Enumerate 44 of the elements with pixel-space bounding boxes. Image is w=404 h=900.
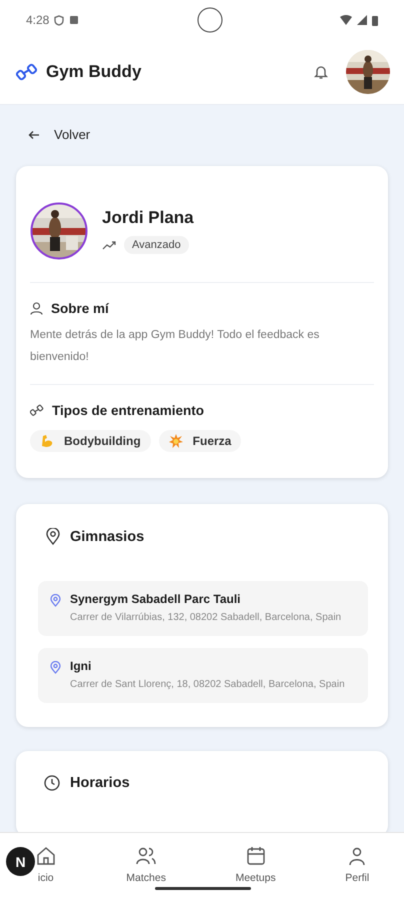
gym-name: Igni [70,659,92,673]
camera-hole-icon [196,7,223,33]
wifi-icon [340,15,352,25]
back-arrow-icon [28,130,40,140]
dumbbell-icon [30,404,44,417]
level-tag: Avanzado [124,236,189,254]
nav-tab[interactable]: icio [34,845,57,884]
nav-tab[interactable]: Matches [126,845,166,884]
section-title: Sobre mí [51,301,109,316]
flexed-arm-icon [40,434,54,448]
battery-icon [372,14,378,26]
about-text: Mente detrás de la app Gym Buddy! Todo el feedback es bienvenido! [30,328,320,365]
signal-icon [357,15,368,25]
gym-address: Carrer de Vilarrúbias, 132, 08202 Sabadell, Barcelona, Spain [70,611,342,625]
training-chip: Fuerza [158,430,242,452]
home-icon [34,845,57,867]
app-title: Gym Buddy [46,62,142,82]
people-icon [135,845,158,867]
nav-tab[interactable]: Meetups [235,845,276,884]
shield-icon [54,14,64,26]
gym-name: Synergym Sabadell Parc Tauli [70,592,242,606]
section-title: Horarios [70,775,130,791]
location-pin-icon [50,594,61,607]
trend-up-icon [102,240,116,250]
section-title: Gimnasios [70,528,144,544]
status-time: 4:28 [26,13,50,27]
nav-tab[interactable]: Perfil [345,845,370,884]
profile-name: Jordi Plana [102,208,194,228]
training-chip: Bodybuilding [30,430,151,452]
section-title: Tipos de entrenamiento [52,403,204,418]
gym-address: Carrer de Sant Llorenç, 18, 08202 Sabadell, Barcelona, Spain [70,678,345,692]
back-button[interactable]: Volver [16,105,102,166]
clock-icon [44,775,60,791]
dumbbell-icon [16,62,38,82]
image-icon [69,15,80,25]
dev-badge[interactable]: N [6,847,35,876]
gym-item[interactable]: Igni Carrer de Sant Llorenç, 18, 08202 Sabadell, Barcelona, Spain [38,648,368,703]
location-pin-icon [50,661,61,674]
location-pin-icon [46,528,60,545]
gym-item[interactable]: Synergym Sabadell Parc Tauli Carrer de Vilarrúbias, 132, 08202 Sabadell, Barcelona, Spain [38,581,368,636]
calendar-icon [244,845,267,867]
burst-icon [168,434,183,448]
bell-icon[interactable] [314,64,328,80]
person-icon [30,302,43,315]
